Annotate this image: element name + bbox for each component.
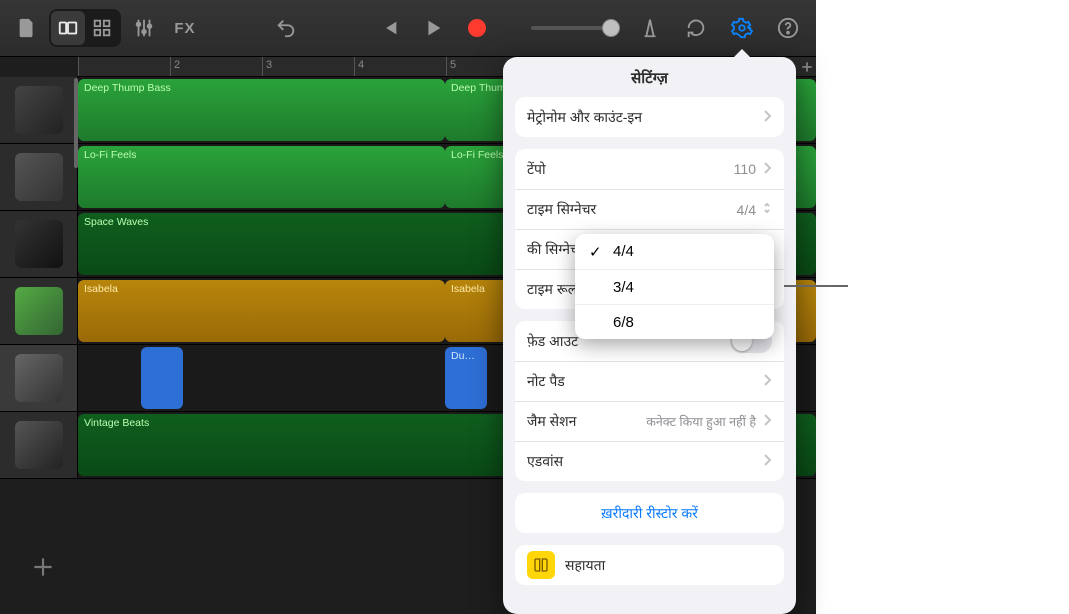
view-grid-button[interactable] xyxy=(85,11,119,45)
metronome-button[interactable] xyxy=(630,8,670,48)
track-header[interactable] xyxy=(0,77,78,143)
row-jam-session[interactable]: जैम सेशन कनेक्ट किया हुआ नहीं है xyxy=(515,401,784,441)
master-volume-slider[interactable] xyxy=(531,26,618,30)
row-help[interactable]: सहायता xyxy=(515,545,784,585)
region[interactable] xyxy=(141,347,183,409)
track-header[interactable] xyxy=(0,345,78,411)
loop-browser-button[interactable] xyxy=(676,8,716,48)
go-to-start-button[interactable] xyxy=(369,8,409,48)
region[interactable]: Deep Thump Bass xyxy=(78,79,445,141)
add-track-button[interactable] xyxy=(20,544,66,590)
region[interactable]: Du… xyxy=(445,347,487,409)
transport xyxy=(369,8,497,48)
updown-icon xyxy=(762,201,772,218)
panel-title: सेटिंग्ज़ xyxy=(503,57,796,97)
settings-button[interactable] xyxy=(722,8,762,48)
chevron-right-icon xyxy=(762,453,772,470)
track-header[interactable] xyxy=(0,144,78,210)
view-segmented xyxy=(49,9,121,47)
restore-purchases-button[interactable]: ख़रीदारी रीस्टोर करें xyxy=(515,493,784,533)
region[interactable]: Lo-Fi Feels xyxy=(78,146,445,208)
row-metronome[interactable]: मेट्रोनोम और काउंट-इन xyxy=(515,97,784,137)
record-icon xyxy=(468,19,486,37)
row-advanced[interactable]: एडवांस xyxy=(515,441,784,481)
undo-button[interactable] xyxy=(268,8,305,48)
callout-leader xyxy=(784,285,848,287)
book-icon xyxy=(527,551,555,579)
fx-button[interactable]: FX xyxy=(166,8,203,48)
help-button[interactable] xyxy=(768,8,808,48)
picker-option[interactable]: 3/4 xyxy=(575,269,774,304)
check-icon: ✓ xyxy=(589,243,602,261)
add-section-button[interactable] xyxy=(797,57,817,77)
play-button[interactable] xyxy=(413,8,453,48)
volume-knob[interactable] xyxy=(602,19,620,37)
my-songs-button[interactable] xyxy=(8,8,45,48)
vertical-scrollbar[interactable] xyxy=(74,78,78,168)
chevron-right-icon xyxy=(762,413,772,430)
track-header[interactable] xyxy=(0,278,78,344)
row-time-signature[interactable]: टाइम सिग्नेचर 4/4 xyxy=(515,189,784,229)
mixer-button[interactable] xyxy=(125,8,162,48)
chevron-right-icon xyxy=(762,109,772,126)
track-header[interactable] xyxy=(0,211,78,277)
region[interactable]: Isabela xyxy=(78,280,445,342)
time-signature-picker: ✓ 4/4 3/4 6/8 xyxy=(575,234,774,339)
row-tempo[interactable]: टेंपो 110 xyxy=(515,149,784,189)
chevron-right-icon xyxy=(762,373,772,390)
picker-option[interactable]: 6/8 xyxy=(575,304,774,339)
track-header[interactable] xyxy=(0,412,78,478)
row-notepad[interactable]: नोट पैड xyxy=(515,361,784,401)
toolbar: FX xyxy=(0,0,816,57)
picker-option[interactable]: ✓ 4/4 xyxy=(575,234,774,269)
record-button[interactable] xyxy=(457,8,497,48)
chevron-right-icon xyxy=(762,161,772,178)
view-tracks-button[interactable] xyxy=(51,11,85,45)
